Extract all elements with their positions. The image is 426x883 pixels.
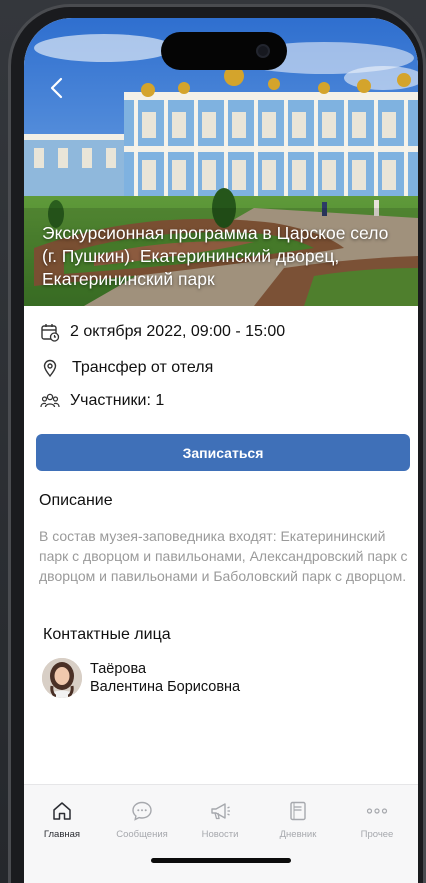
tab-more[interactable]: Прочее: [342, 799, 412, 840]
chat-icon: [107, 799, 177, 823]
back-button[interactable]: [44, 74, 72, 102]
tab-messages-label: Сообщения: [116, 829, 168, 840]
tab-news-label: Новости: [201, 829, 239, 840]
contact-person[interactable]: Таёрова Валентина Борисовна: [42, 658, 240, 698]
front-camera: [256, 44, 270, 58]
event-location: Трансфер от отеля: [72, 359, 214, 376]
event-title: Экскурсионная программа в Царское село (…: [42, 223, 389, 289]
event-participants-row: Участники: 1: [40, 391, 164, 411]
event-location-row: Трансфер от отеля: [40, 358, 213, 378]
location-pin-icon: [40, 358, 60, 378]
tab-bar: Главная Сообщения Новости Дневник Прочее: [24, 784, 418, 883]
tab-home[interactable]: Главная: [27, 799, 97, 840]
contact-name: Таёрова Валентина Борисовна: [90, 660, 240, 696]
more-icon: [342, 799, 412, 823]
megaphone-icon: [185, 799, 255, 823]
contact-surname: Таёрова: [90, 661, 147, 677]
home-indicator[interactable]: [151, 858, 291, 863]
chevron-left-icon: [50, 77, 63, 99]
event-date-row: 2 октября 2022, 09:00 - 15:00: [40, 322, 285, 342]
tab-news[interactable]: Новости: [185, 799, 255, 840]
app-screen: Экскурсионная программа в Царское село (…: [24, 18, 418, 883]
calendar-clock-icon: [40, 322, 60, 342]
people-icon: [40, 391, 60, 411]
description-heading: Описание: [39, 492, 113, 509]
home-icon: [27, 799, 97, 823]
signup-button[interactable]: Записаться: [36, 434, 410, 471]
avatar: [42, 658, 82, 698]
description-text: В состав музея-заповедника входят: Екате…: [39, 528, 408, 584]
contact-given-name: Валентина Борисовна: [90, 679, 241, 695]
tab-home-label: Главная: [43, 829, 81, 840]
diary-icon: [263, 799, 333, 823]
tab-diary[interactable]: Дневник: [263, 799, 333, 840]
tab-diary-label: Дневник: [279, 829, 317, 840]
contacts-heading: Контактные лица: [43, 626, 171, 643]
event-participants: Участники: 1: [70, 392, 165, 409]
tab-messages[interactable]: Сообщения: [107, 799, 177, 840]
tab-more-label: Прочее: [360, 829, 394, 840]
event-date: 2 октября 2022, 09:00 - 15:00: [70, 323, 286, 340]
